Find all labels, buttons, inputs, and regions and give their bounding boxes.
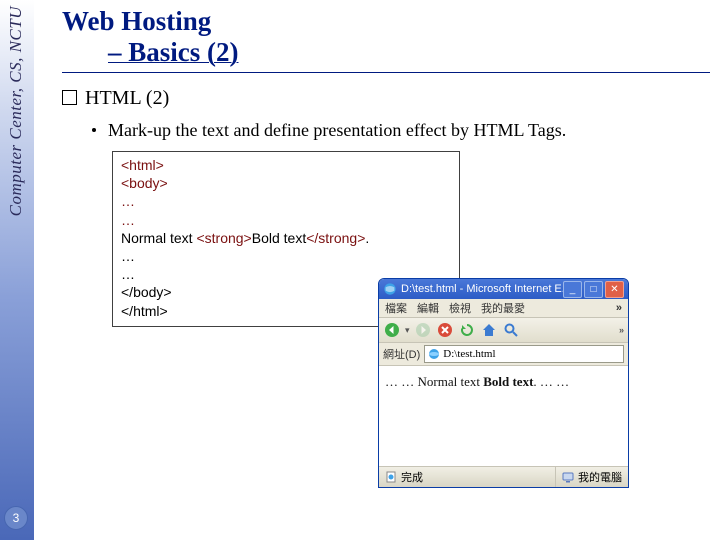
square-bullet-icon — [62, 90, 77, 105]
maximize-button[interactable]: □ — [584, 281, 603, 298]
code-line: Normal text <strong>Bold text</strong>. — [121, 229, 451, 247]
ie-addressbar: 網址(D) D:\test.html — [379, 343, 628, 366]
ie-menubar: 檔案 編輯 檢視 我的最愛 » — [379, 299, 628, 318]
close-button[interactable]: ✕ — [605, 281, 624, 298]
menu-edit[interactable]: 編輯 — [417, 300, 439, 316]
dot-bullet-icon — [92, 128, 96, 132]
minimize-button[interactable]: _ — [563, 281, 582, 298]
address-input[interactable]: D:\test.html — [424, 345, 624, 363]
ie-toolbar: ▾ » — [379, 318, 628, 343]
window-buttons: _ □ ✕ — [563, 281, 624, 298]
page-text-prefix: … … Normal text — [385, 374, 483, 389]
toolbar-overflow-icon[interactable]: » — [619, 325, 624, 335]
ie-window: D:\test.html - Microsoft Internet E... _… — [378, 278, 629, 488]
close-icon: ✕ — [610, 284, 618, 295]
sidebar: Computer Center, CS, NCTU 3 — [0, 0, 34, 540]
search-button[interactable] — [502, 321, 520, 339]
code-text-bold: Bold text — [252, 230, 306, 246]
code-line: … — [121, 192, 451, 210]
code-tag: </strong> — [306, 230, 365, 246]
code-line: … — [121, 211, 451, 229]
code-text-period: . — [365, 230, 369, 246]
code-tag: <strong> — [196, 230, 251, 246]
code-text-normal: Normal text — [121, 230, 196, 246]
ie-app-icon — [383, 282, 397, 296]
title-underline — [62, 72, 710, 73]
address-label: 網址(D) — [383, 346, 420, 362]
back-dropdown-icon[interactable]: ▾ — [405, 325, 410, 336]
back-button[interactable] — [383, 321, 401, 339]
page-text-suffix: . … … — [533, 374, 569, 389]
ie-titlebar[interactable]: D:\test.html - Microsoft Internet E... _… — [379, 279, 628, 299]
code-line: <body> — [121, 174, 451, 192]
menu-overflow-icon[interactable]: » — [616, 302, 622, 314]
status-done: 完成 — [379, 469, 429, 485]
ie-page-icon — [428, 348, 440, 360]
section-heading-text: HTML (2) — [85, 87, 169, 109]
section-bullet-text: Mark-up the text and define presentation… — [108, 120, 566, 140]
forward-button[interactable] — [414, 321, 432, 339]
home-button[interactable] — [480, 321, 498, 339]
ie-statusbar: 完成 我的電腦 — [379, 466, 628, 487]
status-zone-text: 我的電腦 — [578, 469, 622, 485]
address-value: D:\test.html — [443, 348, 495, 360]
maximize-icon: □ — [590, 284, 596, 295]
page-number-badge: 3 — [4, 506, 28, 530]
sidebar-org-text: Computer Center, CS, NCTU — [6, 6, 26, 216]
menu-favorites[interactable]: 我的最愛 — [481, 300, 525, 316]
code-line: … — [121, 247, 451, 265]
section-heading: HTML (2) — [62, 87, 710, 110]
section-bullet: Mark-up the text and define presentation… — [92, 120, 710, 141]
refresh-button[interactable] — [458, 321, 476, 339]
stop-button[interactable] — [436, 321, 454, 339]
slide-title-line2: – Basics (2) — [108, 37, 710, 68]
menu-view[interactable]: 檢視 — [449, 300, 471, 316]
ie-title-text: D:\test.html - Microsoft Internet E... — [401, 283, 563, 295]
menu-file[interactable]: 檔案 — [385, 300, 407, 316]
status-zone: 我的電腦 — [555, 467, 628, 487]
my-computer-icon — [562, 471, 574, 483]
status-done-text: 完成 — [401, 469, 423, 485]
slide-title-line1: Web Hosting — [62, 6, 710, 37]
minimize-icon: _ — [570, 284, 576, 295]
code-line: <html> — [121, 156, 451, 174]
ie-viewport: … … Normal text Bold text. … … — [379, 366, 628, 474]
done-page-icon — [385, 471, 397, 483]
page-text-bold: Bold text — [483, 374, 533, 389]
